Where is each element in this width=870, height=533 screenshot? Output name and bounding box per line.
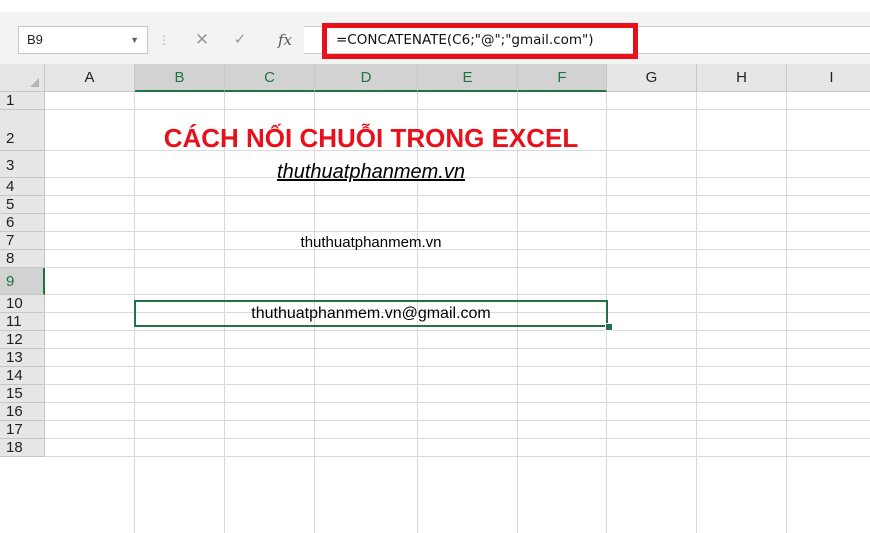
gridline — [45, 438, 870, 439]
gridline — [45, 294, 870, 295]
close-icon[interactable]: ✕ — [190, 26, 214, 54]
cell-b3-site[interactable]: thuthuatphanmem.vn — [135, 159, 607, 186]
formula-bar: B9 ▼ ⋮ ✕ ✓ fx =CONCATENATE(C6;"@";"gmail… — [0, 12, 870, 64]
gridline — [45, 366, 870, 367]
gridline — [45, 213, 870, 214]
gridline — [45, 195, 870, 196]
column-header-c[interactable]: C — [225, 64, 315, 92]
gridline — [786, 92, 787, 533]
ribbon-bottom-edge — [0, 0, 870, 12]
row-header-16[interactable]: 16 — [0, 403, 45, 421]
column-header-f[interactable]: F — [518, 64, 607, 92]
row-header-3[interactable]: 3 — [0, 151, 45, 178]
row-header-8[interactable]: 8 — [0, 250, 45, 268]
row-header-11[interactable]: 11 — [0, 313, 45, 331]
row-header-14[interactable]: 14 — [0, 367, 45, 385]
gridline — [45, 384, 870, 385]
row-header-1[interactable]: 1 — [0, 92, 45, 110]
gridline — [45, 267, 870, 268]
name-box-value: B9 — [27, 32, 43, 47]
select-all-button[interactable] — [0, 64, 45, 92]
column-header-a[interactable]: A — [45, 64, 135, 92]
row-header-5[interactable]: 5 — [0, 196, 45, 214]
row-header-4[interactable]: 4 — [0, 178, 45, 196]
row-header-7[interactable]: 7 — [0, 232, 45, 250]
column-header-g[interactable]: G — [607, 64, 697, 92]
row-header-6[interactable]: 6 — [0, 214, 45, 232]
gridline — [45, 348, 870, 349]
gridline — [45, 456, 870, 457]
column-header-e[interactable]: E — [418, 64, 518, 92]
name-box[interactable]: B9 ▼ — [18, 26, 148, 54]
gridline — [45, 109, 870, 110]
chevron-down-icon[interactable]: ▼ — [130, 27, 139, 53]
cell-b2-title[interactable]: CÁCH NỐI CHUỖI TRONG EXCEL — [135, 118, 607, 159]
row-header-10[interactable]: 10 — [0, 295, 45, 313]
row-header-12[interactable]: 12 — [0, 331, 45, 349]
row-header-18[interactable]: 18 — [0, 439, 45, 457]
row-header-9[interactable]: 9 — [0, 268, 45, 295]
formula-text: =CONCATENATE(C6;"@";"gmail.com") — [336, 32, 594, 48]
gridline — [45, 420, 870, 421]
formula-input[interactable]: =CONCATENATE(C6;"@";"gmail.com") — [304, 26, 870, 54]
fill-handle[interactable] — [605, 323, 613, 331]
gridline — [696, 92, 697, 533]
column-header-d[interactable]: D — [315, 64, 418, 92]
column-header-h[interactable]: H — [697, 64, 787, 92]
cell-b9[interactable]: thuthuatphanmem.vn@gmail.com — [135, 302, 607, 326]
spreadsheet-grid[interactable]: A B C D E F G H I 1 2 3 4 5 6 7 8 9 10 1… — [0, 64, 870, 533]
checkmark-icon[interactable]: ✓ — [228, 26, 252, 54]
row-header-15[interactable]: 15 — [0, 385, 45, 403]
drag-handle-icon[interactable]: ⋮ — [158, 26, 170, 54]
row-header-17[interactable]: 17 — [0, 421, 45, 439]
gridline — [45, 402, 870, 403]
gridline — [45, 330, 870, 331]
cell-c6[interactable]: thuthuatphanmem.vn — [135, 234, 607, 252]
row-header-13[interactable]: 13 — [0, 349, 45, 367]
column-header-i[interactable]: I — [787, 64, 870, 92]
fx-icon[interactable]: fx — [270, 26, 300, 54]
gridline — [45, 231, 870, 232]
column-header-b[interactable]: B — [135, 64, 225, 92]
row-header-2[interactable]: 2 — [0, 110, 45, 151]
